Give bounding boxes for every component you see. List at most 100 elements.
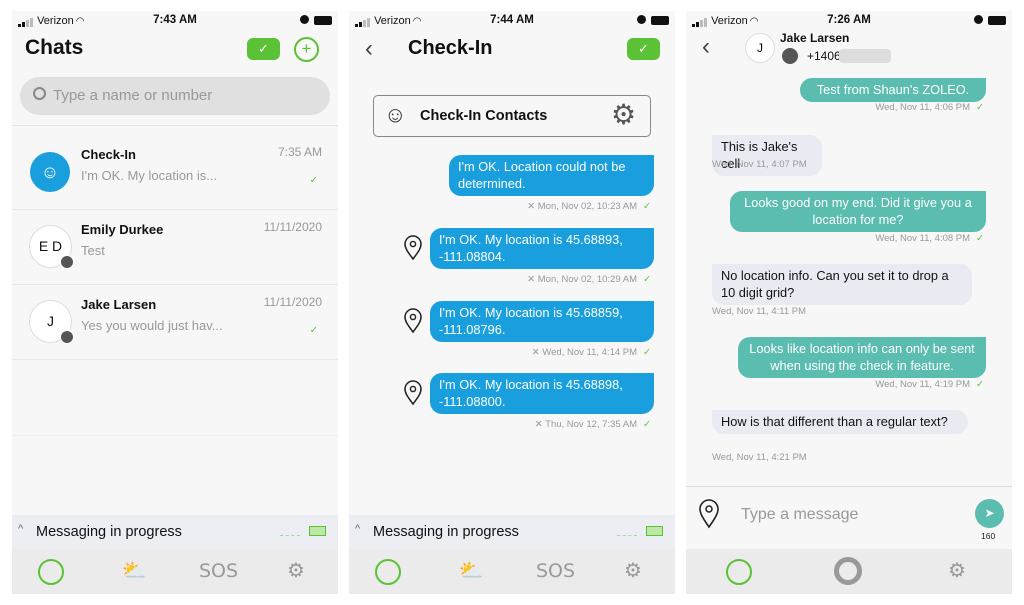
tab-chats-icon[interactable] [375,559,401,585]
search-placeholder: Type a name or number [53,87,213,104]
tab-bar: ⛅ SOS ⚙ [349,549,675,594]
delivered-check-icon: ✓ [976,379,984,390]
chevron-up-icon: ^ [18,523,24,535]
timestamp-text: Wed, Nov 11, 4:21 PM [712,452,807,463]
back-button[interactable]: ‹ [702,33,710,61]
tab-weather-icon[interactable]: ⛅ [456,557,486,585]
alarm-icon [300,15,309,24]
timestamp-text: Wed, Nov 11, 4:11 PM [712,306,806,317]
message-timestamp: ✕ Mon, Nov 02, 10:29 AM ✓ [527,274,651,285]
message-timestamp: Wed, Nov 11, 4:06 PM ✓ [875,102,984,113]
message-bubble[interactable]: I'm OK. My location is 45.68859, -111.08… [430,301,654,342]
chat-date: 11/11/2020 [263,295,322,309]
battery-icon [988,16,1006,25]
tab-chats-icon[interactable] [726,559,752,585]
timestamp-text: Wed, Nov 11, 4:08 PM [875,233,971,244]
timestamp-text: Wed, Nov 11, 4:07 PM [712,159,807,170]
chat-date: 7:35 AM [277,145,322,159]
outgoing-message[interactable]: Test from Shaun's ZOLEO. [800,78,986,102]
message-timestamp: Wed, Nov 11, 4:11 PM [712,306,806,317]
back-button[interactable]: ‹ [365,35,373,63]
message-timestamp: Wed, Nov 11, 4:19 PM ✓ [875,379,984,390]
tab-settings-icon[interactable]: ⚙ [942,557,972,585]
chat-row-check-in[interactable]: ☺ Check-In I'm OK. My location is... 7:3… [12,135,338,210]
contact-person-icon: ☺ [384,102,407,127]
check-in-contacts-button[interactable]: ☺ Check-In Contacts ⚙ [373,95,651,137]
delivered-check-icon: ✓ [976,233,984,244]
search-input[interactable]: Type a name or number [20,77,330,115]
message-timestamp: Wed, Nov 11, 4:07 PM [712,159,807,170]
tab-settings-icon[interactable]: ⚙ [281,557,311,585]
delivered-check-icon: ✓ [643,274,651,285]
chat-date: 11/11/2020 [263,220,322,234]
outgoing-message[interactable]: Looks like location info can only be sen… [738,337,986,378]
check-in-button[interactable]: ✓ [247,38,280,60]
device-battery-icon [646,526,663,536]
timestamp-text: Mon, Nov 02, 10:23 AM [537,201,638,212]
avatar-initials: E D [38,238,63,254]
location-pin-icon[interactable] [403,235,423,261]
timestamp-text: Thu, Nov 12, 7:35 AM [545,419,638,430]
outgoing-message[interactable]: Looks good on my end. Did it give you a … [730,191,986,232]
message-bubble[interactable]: I'm OK. My location is 45.68898, -111.08… [430,373,654,414]
alarm-icon [974,15,983,24]
conversation-screen: Verizon ◠ 7:26 AM ‹ J Jake Larsen +1406 T… [686,11,1012,594]
tab-sos[interactable]: SOS [536,557,575,585]
chevron-up-icon: ^ [355,523,361,535]
location-pin-icon[interactable] [403,380,423,406]
check-in-screen: Verizon ◠ 7:44 AM ‹ Check-In ✓ ☺ Check-In… [349,11,675,594]
message-timestamp: ✕ Mon, Nov 02, 10:23 AM ✓ [527,201,651,212]
messenger-badge-icon [60,330,74,344]
new-chat-button[interactable]: + [294,37,319,62]
chat-preview: I'm OK. My location is... [81,168,218,183]
battery-icon [651,16,669,25]
location-pin-icon[interactable] [698,499,720,529]
delivered-check-icon: ✓ [309,325,318,336]
tab-bar: ⚙ [686,549,1012,594]
tab-settings-icon[interactable]: ⚙ [618,557,648,585]
tab-chats-icon[interactable] [38,559,64,585]
chat-name: Check-In [81,147,136,162]
chat-row-emily-durkee[interactable]: E D Emily Durkee Test 11/11/2020 [12,210,338,285]
signal-indicator [280,535,300,536]
check-in-button[interactable]: ✓ [627,38,660,60]
send-button[interactable]: ➤ [975,499,1004,528]
message-timestamp: ✕ Wed, Nov 11, 4:14 PM ✓ [532,347,651,358]
tab-satellite-icon[interactable] [834,557,862,585]
satellite-icon: ✕ [527,201,538,212]
chat-preview: Test [81,243,105,258]
chat-row-jake-larsen[interactable]: J Jake Larsen Yes you would just hav... … [12,285,338,360]
send-icon: ➤ [984,506,995,520]
tab-weather-icon[interactable]: ⛅ [119,557,149,585]
chat-name: Jake Larsen [81,297,157,312]
check-in-avatar-icon: ☺ [30,152,70,192]
chat-name: Emily Durkee [81,222,164,237]
status-bar: Verizon ◠ 7:44 AM [349,11,675,31]
messaging-status: Messaging in progress [373,524,519,540]
settings-gear-icon[interactable]: ⚙ [611,98,636,131]
messenger-badge-icon [782,48,798,64]
signal-indicator [617,535,637,536]
timestamp-text: Wed, Nov 11, 4:14 PM [542,347,638,358]
incoming-message[interactable]: How is that different than a regular tex… [712,410,968,434]
messaging-status-bar[interactable]: ^ Messaging in progress [12,515,338,549]
message-bubble[interactable]: I'm OK. Location could not be determined… [449,155,654,196]
delivered-check-icon: ✓ [643,201,651,212]
message-input[interactable]: Type a message [741,506,858,524]
location-pin-icon[interactable] [403,308,423,334]
messaging-status: Messaging in progress [36,524,182,540]
alarm-icon [637,15,646,24]
messaging-status-bar[interactable]: ^ Messaging in progress [349,515,675,549]
search-icon [33,87,46,100]
contact-avatar: J [745,33,775,63]
incoming-message[interactable]: No location info. Can you set it to drop… [712,264,972,305]
contact-name: Jake Larsen [780,31,850,45]
avatar: E D [29,225,74,269]
tab-sos[interactable]: SOS [199,557,238,585]
message-bubble[interactable]: I'm OK. My location is 45.68893, -111.08… [430,228,654,269]
timestamp-text: Wed, Nov 11, 4:06 PM [875,102,971,113]
avatar: J [29,300,74,344]
plus-icon: + [301,39,312,58]
timestamp-text: Wed, Nov 11, 4:19 PM [875,379,971,390]
composer: Type a message ➤ 160 [686,486,1012,549]
